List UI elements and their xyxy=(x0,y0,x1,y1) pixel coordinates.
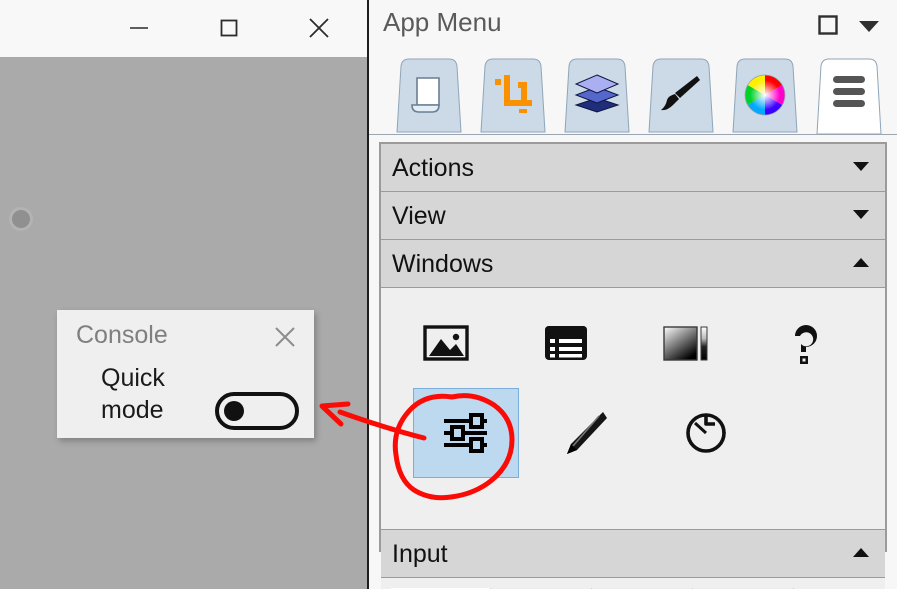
window-item-details[interactable] xyxy=(513,298,619,388)
canvas-cursor-dot xyxy=(12,210,30,228)
chevron-up-icon xyxy=(853,548,869,557)
tab-menu[interactable] xyxy=(807,56,891,134)
chevron-down-icon xyxy=(853,210,869,219)
question-mark-icon xyxy=(795,325,817,364)
section-header-view[interactable]: View xyxy=(381,192,885,240)
windows-section-body xyxy=(381,288,885,530)
window-item-help[interactable] xyxy=(753,298,859,388)
document-page-icon xyxy=(387,72,471,118)
layers-stack-icon xyxy=(555,72,639,114)
section-label-windows: Windows xyxy=(392,250,494,278)
color-wheel-icon xyxy=(723,72,807,118)
quick-mode-label: Quick mode xyxy=(101,364,165,424)
history-clock-icon xyxy=(686,413,726,453)
console-title: Console xyxy=(76,321,168,349)
gradient-swatch-icon xyxy=(663,326,708,361)
section-label-view: View xyxy=(392,202,446,230)
sliders-settings-icon xyxy=(444,413,487,453)
menu-accordion: Actions View Windows Input xyxy=(379,142,887,589)
window-item-image[interactable] xyxy=(393,298,499,388)
console-close-button[interactable] xyxy=(268,320,302,354)
toggle-knob xyxy=(224,401,244,421)
tab-color[interactable] xyxy=(723,56,807,134)
console-dialog: Console Quick mode xyxy=(57,310,314,438)
left-application-window xyxy=(0,0,370,589)
section-label-input: Input xyxy=(392,540,448,568)
app-menu-panel: App Menu Actions View Windows Input xyxy=(367,0,897,589)
section-header-windows[interactable]: Windows xyxy=(381,240,885,288)
console-titlebar: Console xyxy=(57,310,314,362)
window-item-settings[interactable] xyxy=(413,388,519,478)
minimize-icon xyxy=(130,27,148,29)
section-label-actions: Actions xyxy=(392,154,474,182)
app-menu-title: App Menu xyxy=(383,7,502,37)
section-header-input[interactable]: Input xyxy=(381,530,885,578)
maximize-icon xyxy=(220,19,238,37)
minimize-button[interactable] xyxy=(108,0,170,56)
pen-nib-icon xyxy=(567,412,607,454)
tab-layers[interactable] xyxy=(555,56,639,134)
chevron-down-icon xyxy=(859,21,879,32)
chevron-up-icon xyxy=(853,258,869,267)
chevron-down-icon xyxy=(853,162,869,171)
crop-tool-icon xyxy=(471,72,555,118)
tab-crop[interactable] xyxy=(471,56,555,134)
window-item-pen[interactable] xyxy=(533,388,639,478)
close-icon xyxy=(275,327,295,347)
image-picture-icon xyxy=(423,325,469,361)
window-item-history[interactable] xyxy=(653,388,759,478)
maximize-button[interactable] xyxy=(198,0,260,56)
screen-root: Console Quick mode App Menu Actions View… xyxy=(0,0,897,589)
paint-brush-icon xyxy=(639,72,723,118)
console-body: Quick mode xyxy=(57,362,314,438)
close-icon xyxy=(309,18,329,38)
tab-document[interactable] xyxy=(387,56,471,134)
app-menu-header: App Menu xyxy=(369,0,897,50)
input-section-body xyxy=(381,578,885,589)
app-menu-dropdown-button[interactable] xyxy=(857,16,881,36)
window-titlebar xyxy=(0,0,370,58)
tab-brush[interactable] xyxy=(639,56,723,134)
window-item-gradient[interactable] xyxy=(633,298,739,388)
list-details-icon xyxy=(545,326,587,360)
tab-strip xyxy=(369,50,897,135)
restore-window-button[interactable] xyxy=(815,12,841,38)
section-header-actions[interactable]: Actions xyxy=(381,144,885,192)
restore-window-icon xyxy=(818,15,838,35)
close-button[interactable] xyxy=(288,0,350,56)
quick-mode-toggle[interactable] xyxy=(215,392,299,430)
hamburger-menu-icon xyxy=(807,72,891,112)
